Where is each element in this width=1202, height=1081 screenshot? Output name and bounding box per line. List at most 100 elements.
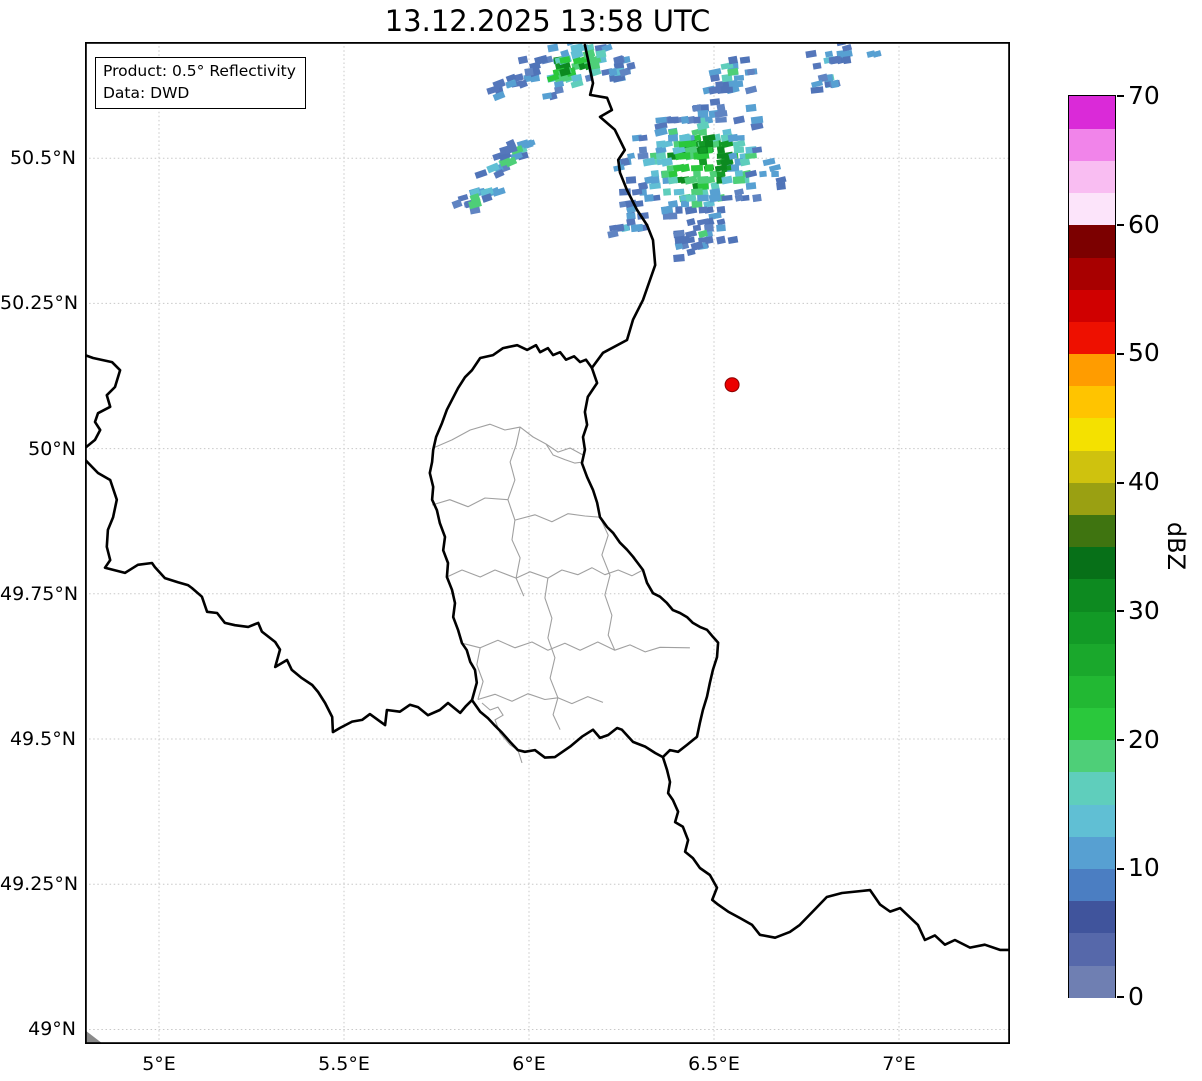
radar-cell xyxy=(805,49,817,59)
canton-line-5 xyxy=(446,567,644,579)
colorbar-band xyxy=(1069,900,1115,934)
colorbar-band xyxy=(1069,256,1115,290)
radar-cell xyxy=(720,86,734,94)
radar-cell xyxy=(692,224,702,232)
radar-cell xyxy=(492,78,506,90)
storm-south-tail xyxy=(672,217,739,263)
colorbar-band xyxy=(1069,353,1115,387)
radar-cell xyxy=(686,218,696,227)
colorbar-tick-label: 50 xyxy=(1128,338,1160,368)
y-tick-label: 49.5°N xyxy=(9,728,76,751)
radar-cell xyxy=(708,68,722,77)
colorbar-tickmark xyxy=(1117,481,1124,484)
cell-top-right-3 xyxy=(810,73,841,94)
canton-line-4 xyxy=(514,513,601,523)
colorbar-band xyxy=(1069,449,1115,483)
radar-cell xyxy=(697,194,709,202)
radar-cell xyxy=(638,134,648,142)
x-tick-label: 5°E xyxy=(142,1053,176,1075)
product-info-line1: Product: 0.5° Reflectivity xyxy=(103,62,296,80)
cell-streak-right xyxy=(866,50,882,58)
colorbar-band xyxy=(1069,224,1115,258)
luxembourg-outline xyxy=(428,343,720,759)
radar-cell xyxy=(745,182,757,190)
colorbar-tickmark xyxy=(1117,352,1124,355)
radar-cell xyxy=(717,146,725,154)
radar-cell xyxy=(630,223,644,233)
radar-echo-layer xyxy=(451,42,882,263)
radar-cell xyxy=(524,67,534,77)
radar-cell xyxy=(679,152,691,160)
colorbar-band xyxy=(1069,868,1115,902)
cell-top-mid xyxy=(608,55,636,83)
radar-cell xyxy=(745,152,757,160)
radar-cell xyxy=(625,176,637,184)
radar-cell xyxy=(474,169,488,179)
y-tick-label: 49.75°N xyxy=(0,582,79,605)
radar-cell xyxy=(678,140,692,148)
radar-cell xyxy=(692,104,702,112)
colorbar-tick-label: 70 xyxy=(1128,81,1160,110)
radar-cell xyxy=(699,146,707,154)
radar-cell xyxy=(638,146,648,154)
radar-cell xyxy=(680,115,690,125)
colorbar-band xyxy=(1069,610,1115,644)
radar-cell xyxy=(693,116,701,124)
x-tick-label: 5.5°E xyxy=(318,1053,370,1075)
radar-cell xyxy=(704,164,714,172)
radar-cell xyxy=(727,133,739,143)
canton-line-7 xyxy=(599,516,616,651)
x-tick-label: 6.5°E xyxy=(688,1053,740,1075)
colorbar-band xyxy=(1069,739,1115,773)
colorbar-band xyxy=(1069,578,1115,612)
radar-cell xyxy=(728,80,738,88)
radar-cell xyxy=(759,170,767,178)
france-belgium-border-north xyxy=(85,353,122,450)
arc-band-west-2 xyxy=(451,186,506,215)
colorbar-band xyxy=(1069,385,1115,419)
radar-cell xyxy=(715,116,727,123)
colorbar-band xyxy=(1069,417,1115,451)
radar-cell xyxy=(691,188,703,196)
colorbar-tick-label: 0 xyxy=(1128,982,1144,1011)
france-belgium-border-south xyxy=(85,458,474,734)
radar-cell xyxy=(650,176,660,184)
radar-cell xyxy=(693,170,701,178)
colorbar-tickmark xyxy=(1117,610,1124,613)
radar-cell xyxy=(673,253,685,263)
france-germany-border xyxy=(661,755,1010,952)
radar-cell xyxy=(690,164,704,172)
canton-line-6 xyxy=(461,639,690,653)
radar-cell xyxy=(709,98,721,106)
radar-cell xyxy=(698,158,708,166)
colorbar-tickmark xyxy=(1117,95,1124,98)
colorbar-tick-label: 20 xyxy=(1128,724,1160,754)
radar-cell xyxy=(626,212,636,220)
radar-cell xyxy=(656,140,666,148)
radar-cell xyxy=(704,235,714,245)
radar-cell xyxy=(673,188,685,196)
radar-cell xyxy=(828,56,842,64)
colorbar-band xyxy=(1069,771,1115,805)
colorbar-band xyxy=(1069,707,1115,741)
radar-cell xyxy=(746,68,756,76)
radar-cell xyxy=(830,79,840,89)
radar-cell xyxy=(752,193,762,203)
cell-top-right-2 xyxy=(805,42,853,70)
radar-cell xyxy=(732,175,746,185)
radar-cell xyxy=(667,134,679,142)
colorbar-tickmark xyxy=(1117,996,1124,999)
radar-cell xyxy=(697,176,709,184)
weather-radar-figure: 13.12.2025 13:58 UTC Product: 0.5° Refle… xyxy=(0,0,1202,1081)
colorbar-unit-label: dBZ xyxy=(1162,521,1190,571)
y-tick-label: 49.25°N xyxy=(0,873,79,896)
colorbar-tick-label: 10 xyxy=(1128,853,1160,883)
x-tick-label: 7°E xyxy=(882,1053,916,1075)
colorbar-band xyxy=(1069,128,1115,162)
y-tick-label: 50.25°N xyxy=(0,292,79,315)
radar-cell xyxy=(655,152,667,160)
radar-cell xyxy=(716,103,726,113)
radar-cell xyxy=(656,158,666,166)
radar-cell xyxy=(812,62,822,70)
colorbar-tick-label: 60 xyxy=(1128,209,1160,239)
